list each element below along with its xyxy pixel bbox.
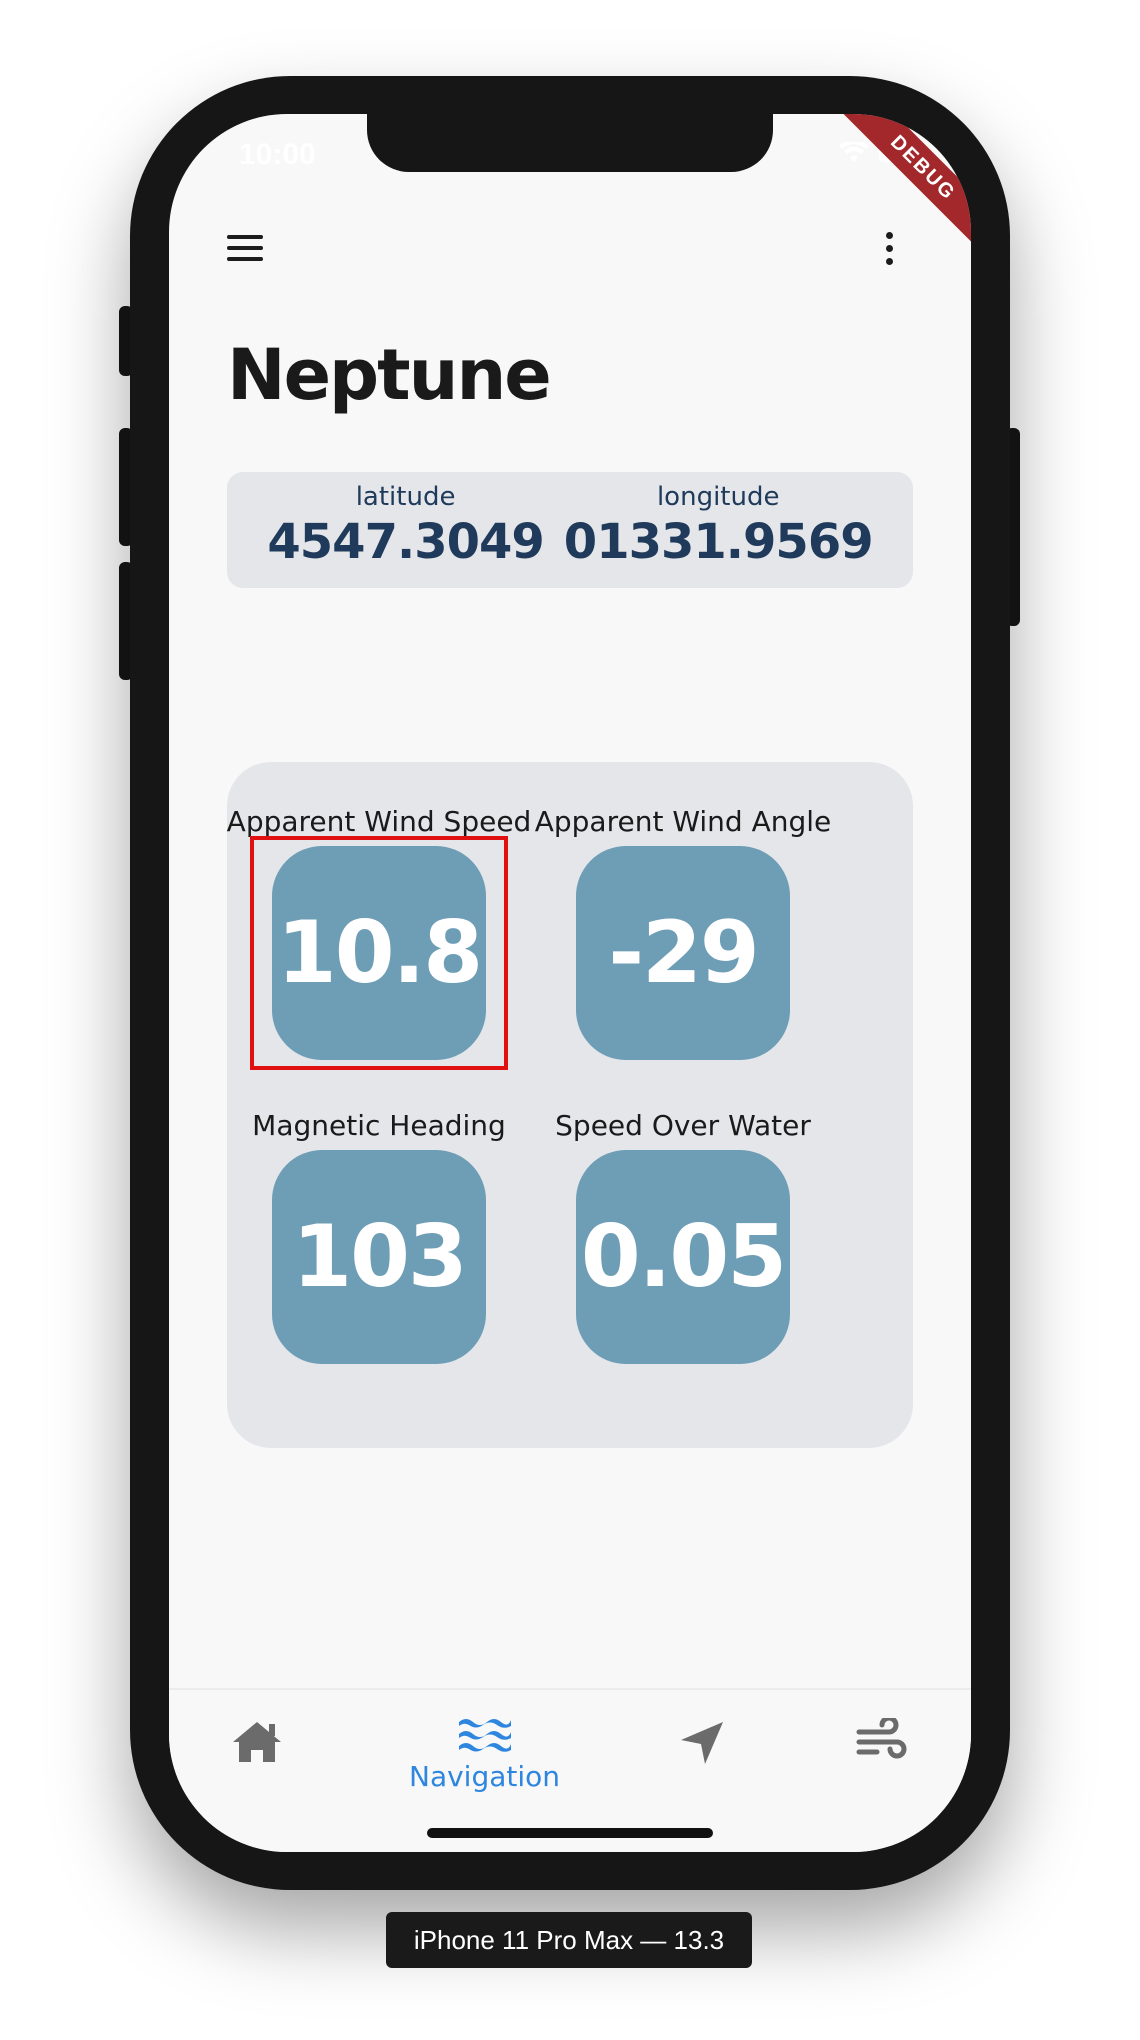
gauge-tile[interactable]: -29 bbox=[576, 846, 790, 1060]
status-time: 10:00 bbox=[239, 138, 316, 171]
gauge-value: -29 bbox=[608, 903, 759, 1003]
app-screen: 10:00 DEBUG Neptune latitude 4547.3049 l… bbox=[169, 114, 971, 1852]
home-indicator[interactable] bbox=[427, 1828, 713, 1838]
nav-item-location[interactable] bbox=[677, 1718, 727, 1768]
nav-label-navigation: Navigation bbox=[409, 1760, 561, 1793]
gauge-magnetic-heading: Magnetic Heading 103 bbox=[227, 1106, 531, 1364]
position-card: latitude 4547.3049 longitude 01331.9569 bbox=[227, 472, 913, 588]
gauge-label: Apparent Wind Angle bbox=[534, 805, 832, 838]
gauge-tile[interactable]: 10.8 bbox=[250, 836, 508, 1070]
device-label: iPhone 11 Pro Max — 13.3 bbox=[386, 1912, 752, 1968]
longitude-label: longitude bbox=[656, 482, 780, 512]
gauge-apparent-wind-angle: Apparent Wind Angle -29 bbox=[531, 802, 835, 1060]
more-vertical-icon[interactable] bbox=[879, 228, 899, 268]
nav-item-wind[interactable] bbox=[855, 1718, 907, 1762]
wind-icon bbox=[856, 1718, 907, 1759]
wifi-icon bbox=[839, 142, 869, 162]
nav-item-navigation[interactable]: Navigation bbox=[409, 1714, 560, 1793]
gauge-tile[interactable]: 103 bbox=[272, 1150, 486, 1364]
latitude-label: latitude bbox=[355, 482, 456, 512]
instruments-card: Apparent Wind Speed 10.8 Apparent Wind A… bbox=[227, 762, 913, 1448]
gauge-speed-over-water: Speed Over Water 0.05 bbox=[531, 1106, 835, 1364]
page-title: Neptune bbox=[227, 334, 552, 416]
waves-icon bbox=[458, 1719, 511, 1752]
gauge-tile[interactable]: 0.05 bbox=[576, 1150, 790, 1364]
gauge-value: 0.05 bbox=[580, 1207, 787, 1307]
gauge-value: 103 bbox=[292, 1207, 468, 1307]
home-icon bbox=[233, 1722, 281, 1762]
longitude-block: longitude 01331.9569 bbox=[563, 472, 874, 588]
latitude-block: latitude 4547.3049 bbox=[267, 472, 544, 588]
longitude-value: 01331.9569 bbox=[563, 514, 874, 570]
gauge-label: Speed Over Water bbox=[555, 1109, 811, 1142]
notch bbox=[367, 114, 773, 172]
hamburger-menu-icon[interactable] bbox=[227, 228, 267, 268]
navigation-arrow-icon bbox=[681, 1722, 723, 1764]
simulator-stage: 10:00 DEBUG Neptune latitude 4547.3049 l… bbox=[0, 0, 1140, 2040]
gauge-apparent-wind-speed: Apparent Wind Speed 10.8 bbox=[227, 802, 531, 1070]
nav-item-home[interactable] bbox=[229, 1718, 285, 1766]
latitude-value: 4547.3049 bbox=[267, 514, 544, 570]
gauge-label: Magnetic Heading bbox=[252, 1109, 506, 1142]
selection-highlight bbox=[250, 836, 508, 1070]
